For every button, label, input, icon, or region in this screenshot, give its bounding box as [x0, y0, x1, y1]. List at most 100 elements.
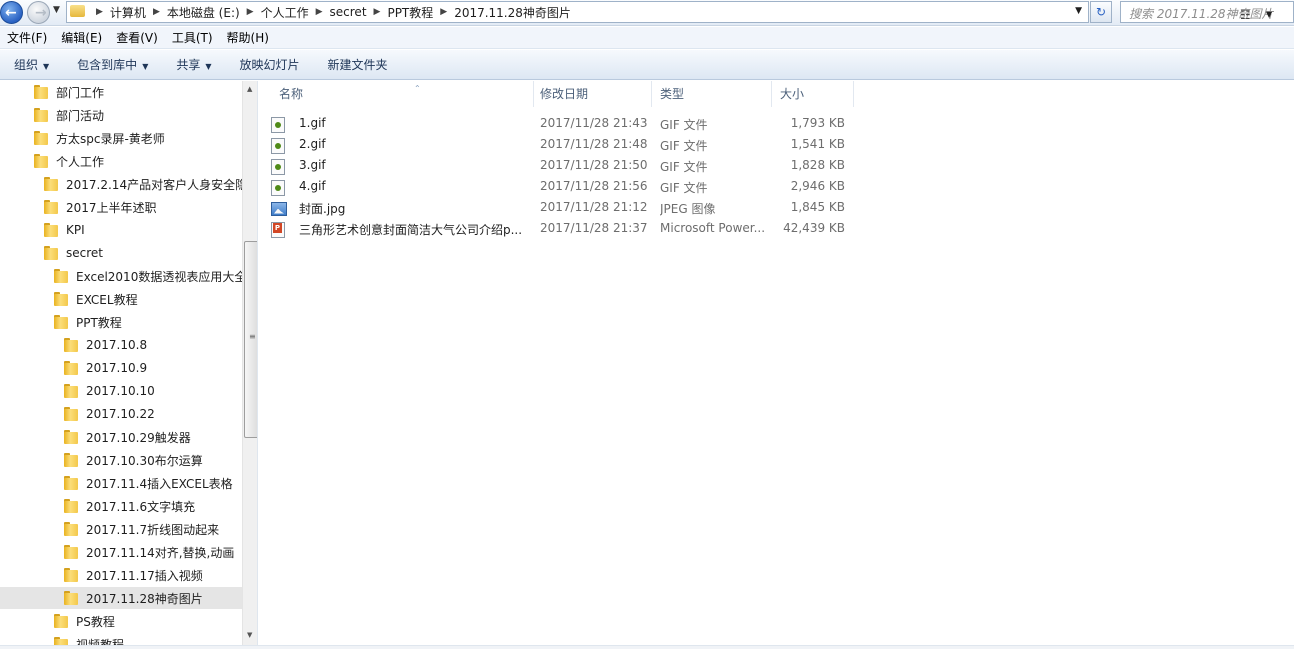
crumb-separator-icon[interactable]: ▶: [247, 7, 254, 17]
command-button[interactable]: 包含到库中 ▼: [63, 56, 162, 73]
tree-item[interactable]: 2017.11.17插入视频: [0, 564, 203, 586]
tree-item-label: 2017.10.8: [86, 338, 148, 352]
change-view-icon[interactable]: ☷: [1240, 8, 1251, 22]
tree-item-label: 2017上半年述职: [66, 200, 157, 215]
column-header-type[interactable]: 类型: [652, 81, 772, 107]
breadcrumb-item[interactable]: secret: [330, 5, 367, 19]
breadcrumb-item[interactable]: 本地磁盘 (E:): [167, 4, 240, 21]
file-row[interactable]: 2.gif 2017/11/28 21:48 GIF 文件 1,541 KB: [271, 135, 851, 156]
column-type-label: 类型: [660, 87, 685, 101]
crumb-separator-icon[interactable]: ▶: [96, 7, 103, 17]
command-label: 新建文件夹: [327, 58, 388, 72]
tree-item[interactable]: PPT教程: [0, 311, 122, 333]
menu-item[interactable]: 帮助(H): [220, 29, 276, 46]
scroll-up-icon[interactable]: ▲: [247, 85, 252, 93]
tree-item-label: 2017.11.17插入视频: [86, 568, 203, 583]
tree-item[interactable]: 2017.10.22: [0, 403, 155, 425]
refresh-button[interactable]: ↻: [1090, 1, 1112, 23]
folder-icon: [64, 406, 78, 422]
menu-item[interactable]: 文件(F): [0, 29, 54, 46]
tree-item[interactable]: 2017.11.7折线图动起来: [0, 518, 219, 540]
tree-item[interactable]: 个人工作: [0, 150, 104, 172]
crumb-separator-icon[interactable]: ▶: [153, 7, 160, 17]
recent-pages-dropdown-icon[interactable]: ▼: [53, 5, 60, 15]
command-label: 共享: [176, 58, 201, 72]
tree-item[interactable]: 2017.11.4插入EXCEL表格: [0, 472, 233, 494]
crumb-separator-icon[interactable]: ▶: [316, 7, 323, 17]
tree-item-label: PPT教程: [76, 315, 122, 330]
scroll-down-icon[interactable]: ▼: [247, 631, 252, 639]
back-arrow-icon: ←: [5, 5, 17, 21]
bottom-edge: [0, 645, 1294, 649]
menu-item[interactable]: 工具(T): [165, 29, 220, 46]
folder-icon: [54, 291, 68, 307]
tree-item[interactable]: 部门工作: [0, 81, 104, 103]
crumb-separator-icon[interactable]: ▶: [440, 7, 447, 17]
address-dropdown-icon[interactable]: ▼: [1075, 6, 1082, 16]
jpeg-image-icon: [271, 201, 287, 216]
sort-ascending-icon: ⌃: [414, 84, 421, 93]
tree-item[interactable]: 2017.11.14对齐,替换,动画: [0, 541, 234, 563]
folder-icon: [54, 314, 68, 330]
forward-button[interactable]: →: [27, 1, 50, 24]
folder-icon: [54, 268, 68, 284]
column-size-label: 大小: [780, 87, 805, 101]
breadcrumb-item[interactable]: 2017.11.28神奇图片: [454, 4, 571, 21]
tree-item[interactable]: 2017.11.6文字填充: [0, 495, 195, 517]
file-row[interactable]: 三角形艺术创意封面简洁大气公司介绍p...2017/11/28 21:37Mic…: [271, 219, 851, 240]
tree-item[interactable]: 2017.2.14产品对客户人身安全隐: [0, 173, 247, 195]
folder-icon: [64, 429, 78, 445]
menu-item[interactable]: 查看(V): [109, 29, 165, 46]
folder-icon: [64, 498, 78, 514]
command-button[interactable]: 共享 ▼: [162, 56, 225, 73]
file-name: 2.gif: [299, 137, 326, 151]
tree-item-label: PS教程: [76, 614, 115, 629]
file-size: 1,845 KB: [790, 200, 845, 214]
tree-item[interactable]: 2017.10.9: [0, 357, 147, 379]
tree-item[interactable]: 部门活动: [0, 104, 104, 126]
view-options-dropdown-icon[interactable]: ▼: [1266, 10, 1272, 19]
scrollbar-thumb[interactable]: ≡: [244, 241, 257, 438]
column-header-name[interactable]: 名称 ⌃: [271, 81, 534, 107]
file-row[interactable]: 4.gif 2017/11/28 21:56 GIF 文件 2,946 KB: [271, 177, 851, 198]
tree-item[interactable]: PS教程: [0, 610, 115, 632]
tree-item[interactable]: 2017.10.10: [0, 380, 155, 402]
tree-item[interactable]: EXCEL教程: [0, 288, 138, 310]
folder-icon: [64, 475, 78, 491]
tree-item-label: 2017.11.7折线图动起来: [86, 522, 220, 537]
column-header-date[interactable]: 修改日期: [532, 81, 652, 107]
tree-item[interactable]: 2017.10.29触发器: [0, 426, 191, 448]
gif-file-icon: [271, 116, 285, 133]
command-button[interactable]: 放映幻灯片: [226, 56, 314, 73]
crumb-separator-icon[interactable]: ▶: [374, 7, 381, 17]
breadcrumb-item[interactable]: 计算机: [110, 4, 146, 21]
tree-item[interactable]: secret: [0, 242, 103, 264]
file-row[interactable]: 3.gif 2017/11/28 21:50 GIF 文件 1,828 KB: [271, 156, 851, 177]
tree-item-label: 方太spc录屏-黄老师: [56, 131, 165, 146]
breadcrumb[interactable]: ▶ 计算机 ▶ 本地磁盘 (E:) ▶ 个人工作 ▶ secret ▶ PPT教程 ▶ 2017.11…: [66, 1, 1089, 23]
folder-icon: [44, 176, 58, 192]
command-button[interactable]: 组织 ▼: [0, 56, 63, 73]
dropdown-arrow-icon: ▼: [43, 62, 50, 71]
file-row[interactable]: 1.gif 2017/11/28 21:43 GIF 文件 1,793 KB: [271, 114, 851, 135]
tree-item[interactable]: Excel2010数据透视表应用大全: [0, 265, 246, 287]
tree-item[interactable]: KPI: [0, 219, 85, 241]
column-header-size[interactable]: 大小: [772, 81, 854, 107]
file-row[interactable]: 封面.jpg 2017/11/28 21:12 JPEG 图像 1,845 KB: [271, 198, 851, 219]
tree-item[interactable]: 2017.11.28神奇图片: [0, 587, 242, 609]
tree-item[interactable]: 方太spc录屏-黄老师: [0, 127, 165, 149]
refresh-icon: ↻: [1095, 5, 1107, 19]
back-button[interactable]: ←: [0, 1, 23, 24]
command-button[interactable]: 新建文件夹: [314, 56, 402, 73]
tree-item-label: 2017.10.29触发器: [86, 430, 191, 445]
tree-item-label: 部门工作: [56, 85, 105, 100]
tree-item[interactable]: 2017上半年述职: [0, 196, 157, 218]
breadcrumb-item[interactable]: 个人工作: [261, 4, 309, 21]
tree-item[interactable]: 2017.10.8: [0, 334, 147, 356]
tree-item[interactable]: 2017.10.30布尔运算: [0, 449, 203, 471]
menu-item[interactable]: 编辑(E): [54, 29, 109, 46]
nav-scrollbar[interactable]: ▲ ≡ ▼: [242, 81, 257, 649]
folder-icon: [34, 84, 48, 100]
folder-icon: [54, 613, 68, 629]
breadcrumb-item[interactable]: PPT教程: [387, 4, 433, 21]
